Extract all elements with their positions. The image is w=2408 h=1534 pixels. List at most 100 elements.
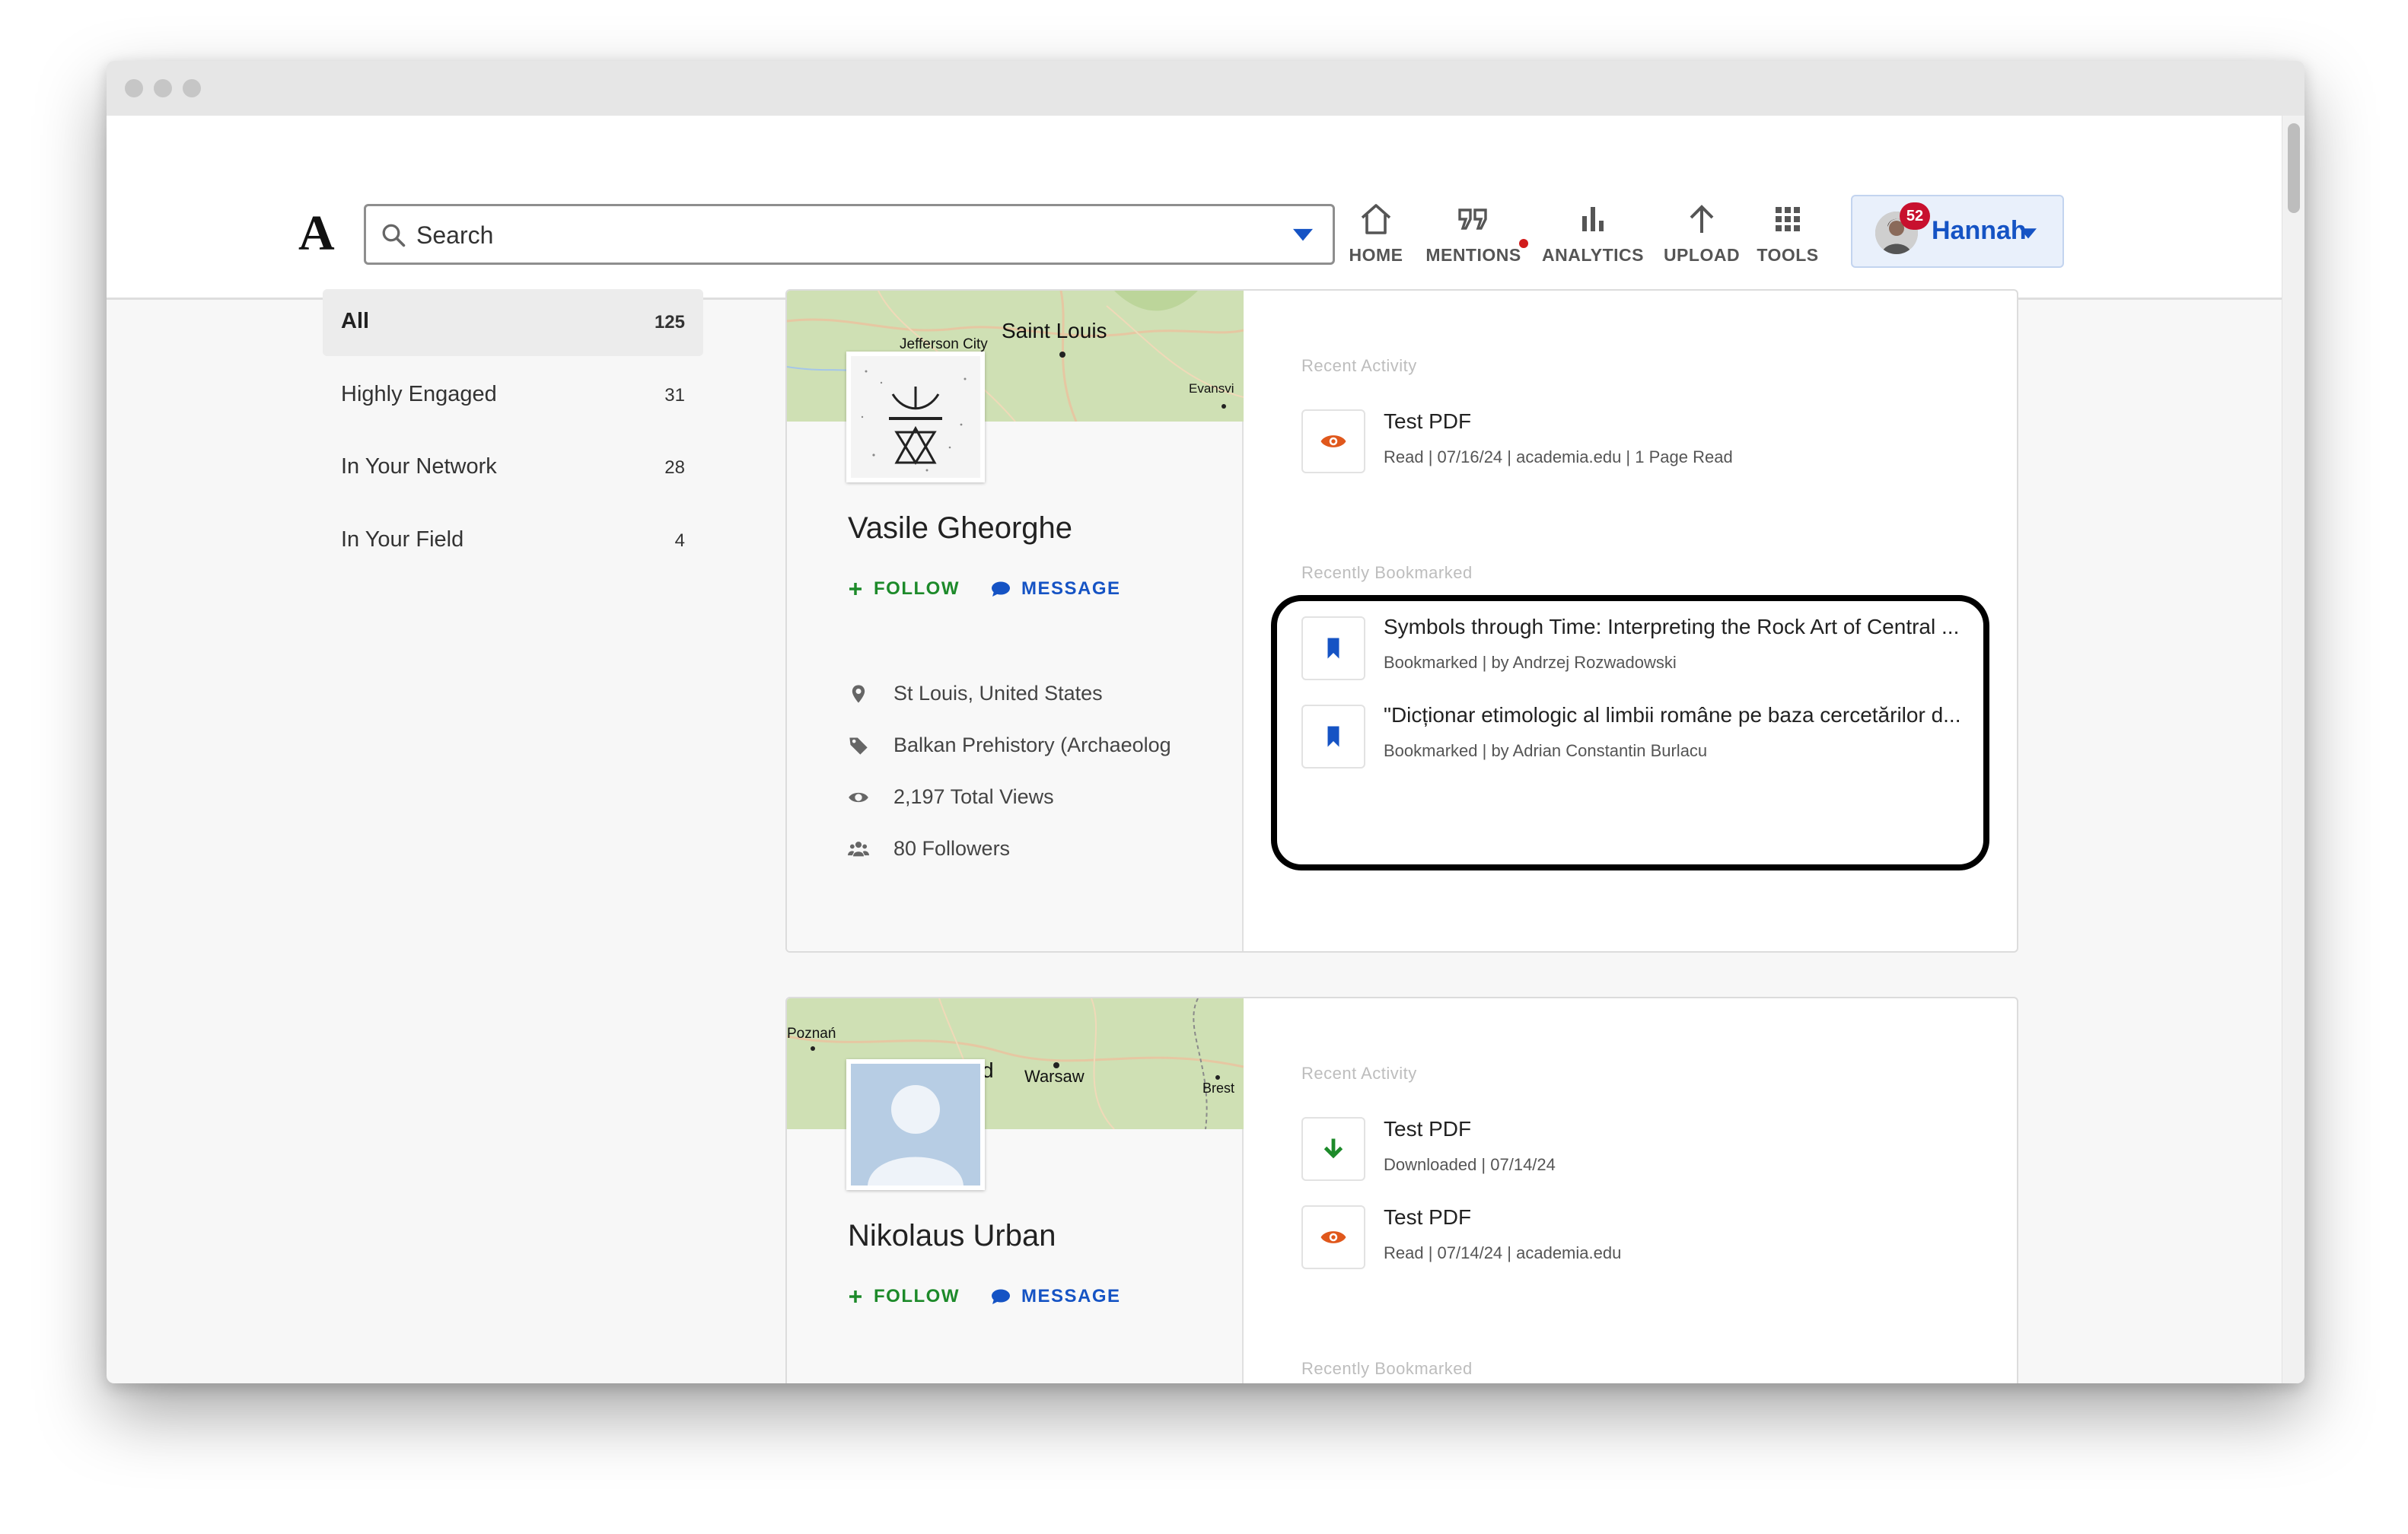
bookmark-details: Bookmarked | by Adrian Constantin Burlac… (1384, 741, 1708, 760)
map-label: Saint Louis (1002, 319, 1107, 342)
tag-icon (849, 737, 868, 755)
bookmark-icon (1327, 726, 1339, 747)
chevron-down-icon[interactable] (1293, 228, 1313, 244)
profile-photo[interactable] (846, 1059, 985, 1190)
filter-label: In Your Network (341, 454, 497, 479)
filter-count: 28 (664, 457, 685, 478)
profile-pane: Poznań d Warsaw Brest Nikolaus Urban FOL… (787, 998, 1244, 1383)
scrollbar-thumb[interactable] (2288, 123, 2300, 213)
message-label: MESSAGE (1021, 1286, 1121, 1306)
map-pin-icon (852, 684, 865, 703)
profile-photo[interactable] (846, 352, 985, 482)
chat-bubble-icon (992, 581, 1010, 597)
browser-window: A HOME MENTIONS (107, 61, 2304, 1383)
bookmark-icon (1327, 638, 1339, 659)
nav-tools[interactable]: TOOLS (1753, 201, 1822, 277)
search-icon (382, 224, 406, 247)
profile-location: St Louis, United States (848, 682, 1103, 705)
eye-icon (849, 792, 868, 802)
mentions-unread-dot (1519, 239, 1528, 248)
follower-card: Saint Louis Jefferson City Evansvi Vasil… (785, 289, 2018, 953)
eye-icon (1320, 1231, 1346, 1243)
filter-label: All (341, 309, 370, 333)
filter-in-your-network[interactable]: In Your Network 28 (323, 434, 703, 501)
nav-home[interactable]: HOME (1338, 201, 1414, 277)
filter-in-your-field[interactable]: In Your Field 4 (323, 508, 703, 574)
filter-count: 31 (664, 385, 685, 406)
activity-title[interactable]: Test PDF (1384, 409, 1471, 434)
quote-icon (1458, 208, 1487, 230)
map-label: Brest (1202, 1080, 1234, 1096)
followers-text: 80 Followers (893, 837, 1011, 860)
recent-activity-heading: Recent Activity (1301, 356, 1417, 375)
chat-bubble-icon (992, 1289, 1010, 1304)
profile-field: Balkan Prehistory (Archaeolog (848, 734, 1171, 757)
bar-chart-icon (1582, 207, 1604, 231)
message-button[interactable]: MESSAGE (991, 1286, 1121, 1307)
search-input[interactable] (416, 215, 1253, 255)
follow-button[interactable]: FOLLOW (848, 1286, 960, 1307)
filter-label: In Your Field (341, 527, 464, 552)
filter-label: Highly Engaged (341, 382, 497, 406)
nav-analytics[interactable]: ANALYTICS (1542, 201, 1644, 277)
user-menu-button[interactable]: 52 Hannah (1851, 195, 2064, 268)
profile-name[interactable]: Vasile Gheorghe (848, 511, 1072, 546)
download-icon (1323, 1138, 1343, 1159)
activity-details: Read | 07/14/24 | academia.edu (1384, 1243, 1622, 1262)
nav-upload-label: UPLOAD (1663, 245, 1741, 265)
filter-highly-engaged[interactable]: Highly Engaged 31 (323, 362, 703, 429)
follower-card: Poznań d Warsaw Brest Nikolaus Urban FOL… (785, 997, 2018, 1383)
window-minimize-dot[interactable] (154, 79, 172, 97)
activity-title[interactable]: Test PDF (1384, 1117, 1471, 1141)
nav-mentions-label: MENTIONS (1425, 245, 1521, 265)
bookmark-details: Bookmarked | by Andrzej Rozwadowski (1384, 653, 1677, 672)
search-box[interactable] (364, 204, 1335, 265)
profile-views: 2,197 Total Views (848, 785, 1054, 809)
window-titlebar (107, 61, 2304, 116)
follow-label: FOLLOW (874, 578, 960, 599)
activity-icon-box (1301, 1117, 1365, 1181)
message-label: MESSAGE (1021, 578, 1121, 599)
activity-icon-box (1301, 409, 1365, 473)
grid-icon (1776, 207, 1800, 231)
filter-all[interactable]: All 125 (323, 289, 703, 356)
academia-logo[interactable]: A (298, 208, 335, 259)
page-scrollbar[interactable] (2282, 116, 2304, 1383)
users-icon (848, 841, 869, 856)
window-zoom-dot[interactable] (183, 79, 201, 97)
map-label: Jefferson City (900, 336, 988, 352)
plus-icon (849, 583, 862, 595)
recently-bookmarked-heading: Recently Bookmarked (1301, 1359, 1473, 1378)
map-label: Warsaw (1024, 1067, 1085, 1086)
message-button[interactable]: MESSAGE (991, 578, 1121, 600)
filter-count: 125 (654, 312, 685, 333)
activity-details: Read | 07/16/24 | academia.edu | 1 Page … (1384, 447, 1733, 466)
bookmark-title[interactable]: "Dicționar etimologic al limbii române p… (1384, 703, 1960, 727)
eye-icon (1320, 435, 1346, 447)
user-name: Hannah (1932, 216, 2027, 245)
follow-button[interactable]: FOLLOW (848, 578, 960, 600)
location-text: St Louis, United States (893, 682, 1103, 705)
bookmark-icon-box (1301, 616, 1365, 680)
chevron-down-icon (2020, 228, 2037, 239)
map-label: Poznań (787, 1026, 836, 1042)
nav-mentions[interactable]: MENTIONS (1425, 201, 1528, 277)
activity-title[interactable]: Test PDF (1384, 1205, 1471, 1230)
window-close-dot[interactable] (125, 79, 143, 97)
views-text: 2,197 Total Views (893, 785, 1054, 808)
filter-count: 4 (674, 530, 685, 551)
arrow-up-icon (1690, 205, 1714, 233)
bookmark-icon-box (1301, 705, 1365, 769)
nav-tools-label: TOOLS (1757, 245, 1819, 265)
field-text: Balkan Prehistory (Archaeolog (893, 734, 1171, 756)
activity-icon-box (1301, 1205, 1365, 1269)
nav-upload[interactable]: UPLOAD (1664, 201, 1740, 277)
top-navbar: A HOME MENTIONS (107, 116, 2304, 300)
profile-name[interactable]: Nikolaus Urban (848, 1219, 1056, 1253)
profile-followers: 80 Followers (848, 837, 1010, 861)
activity-details: Downloaded | 07/14/24 (1384, 1155, 1556, 1174)
plus-icon (849, 1291, 862, 1303)
bookmark-title[interactable]: Symbols through Time: Interpreting the R… (1384, 615, 1959, 639)
profile-pane: Saint Louis Jefferson City Evansvi Vasil… (787, 291, 1244, 951)
map-label: Evansvi (1189, 381, 1234, 396)
